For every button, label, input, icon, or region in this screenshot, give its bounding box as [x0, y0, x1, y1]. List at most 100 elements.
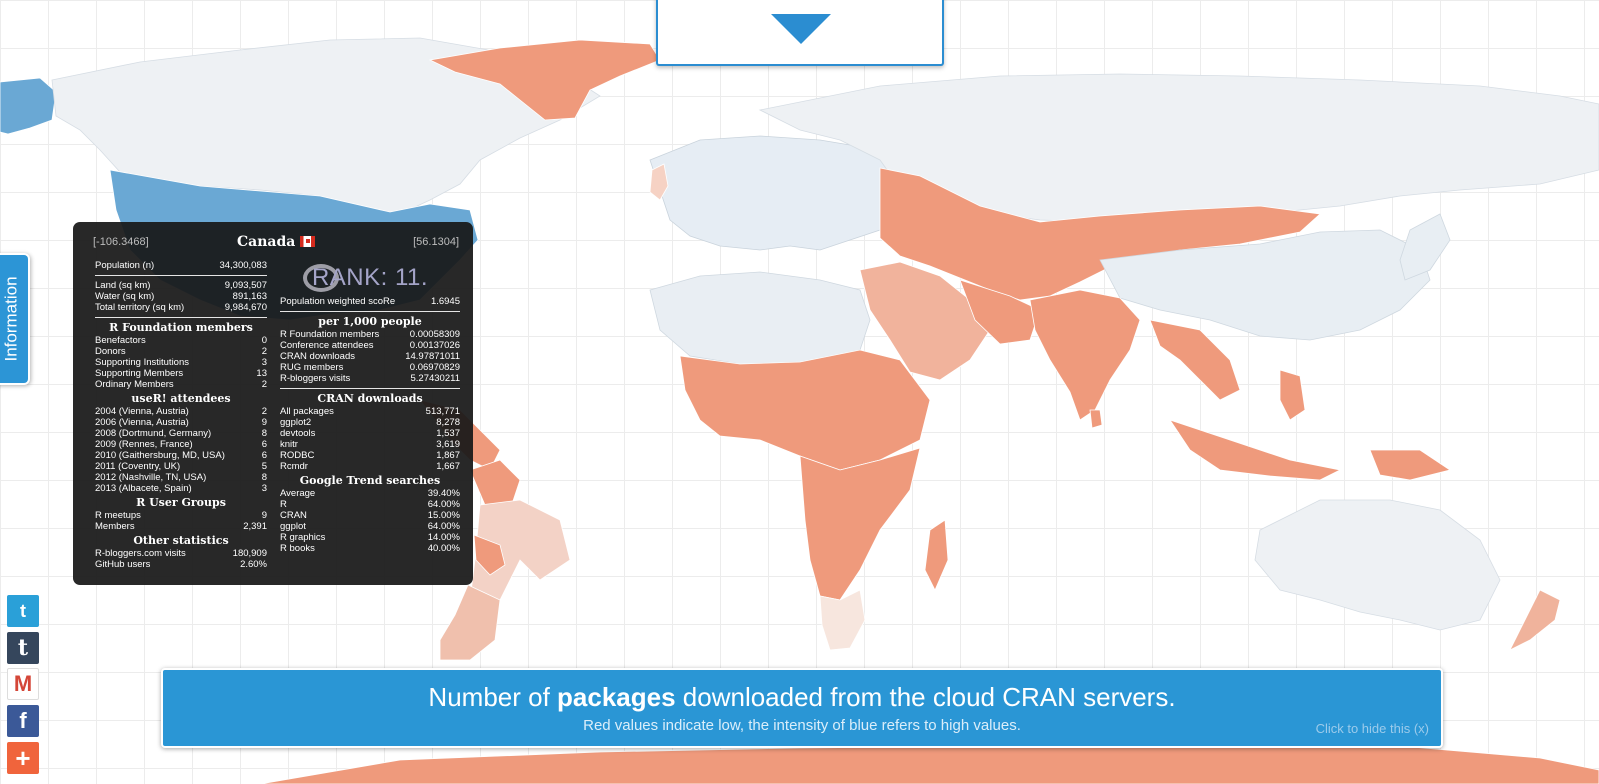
stat-row: Average 39.40% — [280, 488, 460, 499]
addthis-icon[interactable]: + — [7, 742, 39, 774]
divider — [280, 388, 460, 389]
tooltip-left-column: Population (n) 34,300,083 Land (sq km) 9,0… — [95, 260, 267, 570]
stat-value: 1,537 — [436, 428, 460, 439]
gmail-icon[interactable]: M — [7, 668, 39, 700]
stat-value: 40.00% — [427, 543, 460, 554]
stat-value: 2.60% — [240, 559, 267, 570]
region-madagascar[interactable] — [924, 519, 949, 591]
banner-subtitle: Red values indicate low, the intensity o… — [583, 717, 1021, 734]
stat-label: ggplot2 — [280, 417, 312, 428]
stat-value: 9,093,507 — [224, 280, 267, 291]
rf-list: Benefactors 0 Donors 2 Supporting Institutio… — [95, 335, 267, 390]
region-south-africa[interactable] — [819, 589, 866, 651]
population-list: Population (n) 34,300,083 — [95, 260, 267, 271]
stat-row: 2006 (Vienna, Austria) 9 — [95, 417, 267, 428]
region-indonesia[interactable] — [1169, 419, 1342, 481]
user-list: 2004 (Vienna, Austria) 2 2006 (Vienna, Aus… — [95, 406, 267, 494]
stat-row: Total territory (sq km) 9,984,670 — [95, 302, 267, 313]
stat-value: 14.00% — [427, 532, 460, 543]
stat-label: RODBC — [280, 450, 315, 461]
information-tab-label: Information — [2, 276, 22, 362]
stat-row: 2012 (Nashville, TN, USA) 8 — [95, 472, 267, 483]
stat-label: CRAN downloads — [280, 351, 355, 362]
stat-label: RUG members — [280, 362, 344, 373]
region-north-africa[interactable] — [649, 271, 871, 365]
stat-row: Ordinary Members 2 — [95, 379, 267, 390]
stat-value: 39.40% — [427, 488, 460, 499]
region-alaska[interactable] — [0, 77, 57, 135]
stat-row: Benefactors 0 — [95, 335, 267, 346]
region-australia[interactable] — [1254, 499, 1501, 631]
stat-row: Conference attendees 0.00137026 — [280, 340, 460, 351]
stat-row: Members 2,391 — [95, 521, 267, 532]
trends-heading: Google Trend searches — [299, 474, 441, 487]
hide-banner-button[interactable]: Click to hide this (x) — [1316, 721, 1429, 736]
variable-dropdown[interactable] — [656, 0, 944, 66]
stat-value: 8 — [261, 428, 267, 439]
stat-row: RODBC 1,867 — [280, 450, 460, 461]
region-japan[interactable] — [1399, 213, 1451, 281]
stat-value: 13 — [256, 368, 267, 379]
information-tab[interactable]: Information — [0, 253, 30, 385]
region-india[interactable] — [1029, 289, 1141, 421]
chevron-down-icon[interactable] — [771, 14, 831, 44]
weighted-score-value: 1.6945 — [430, 296, 460, 307]
stat-row: 2009 (Rennes, France) 6 — [95, 439, 267, 450]
per1000-list: R Foundation members 0.00058309 Conference… — [280, 329, 460, 384]
banner-title: Number of packages downloaded from the c… — [163, 682, 1441, 713]
region-png[interactable] — [1369, 449, 1451, 481]
stat-row: Water (sq km) 891,163 — [95, 291, 267, 302]
region-sri-lanka[interactable] — [1089, 409, 1103, 429]
stat-row: All packages 513,771 — [280, 406, 460, 417]
stat-value: 2 — [261, 379, 267, 390]
stat-row: R graphics 14.00% — [280, 532, 460, 543]
tumblr-icon[interactable]: t — [7, 632, 39, 664]
stat-row: CRAN 15.00% — [280, 510, 460, 521]
region-southeast-asia[interactable] — [1149, 319, 1241, 401]
stat-value: 3 — [261, 483, 267, 494]
stat-row: Land (sq km) 9,093,507 — [95, 280, 267, 291]
stat-label: Benefactors — [95, 335, 146, 346]
stat-row: Population (n) 34,300,083 — [95, 260, 267, 271]
stat-row: devtools 1,537 — [280, 428, 460, 439]
stat-label: Supporting Members — [95, 368, 184, 379]
stat-value: 6 — [261, 450, 267, 461]
stat-value: 9 — [261, 510, 267, 521]
stat-label: Population (n) — [95, 260, 155, 271]
region-central-africa[interactable] — [799, 447, 921, 601]
stat-label: R meetups — [95, 510, 141, 521]
region-west-africa[interactable] — [679, 349, 931, 471]
region-new-zealand[interactable] — [1509, 589, 1561, 651]
stat-label: CRAN — [280, 510, 307, 521]
twitter-icon[interactable]: t — [7, 595, 39, 627]
country-name: Canada — [237, 234, 316, 250]
stat-value: 2 — [261, 406, 267, 417]
stat-label: 2009 (Rennes, France) — [95, 439, 193, 450]
stat-row: 2010 (Gaithersburg, MD, USA) 6 — [95, 450, 267, 461]
stat-label: Ordinary Members — [95, 379, 174, 390]
latitude-label: [56.1304] — [413, 236, 459, 248]
region-southern-cone[interactable] — [439, 584, 501, 661]
rf-heading: R Foundation members — [109, 321, 253, 334]
stat-label: Rcmdr — [280, 461, 308, 472]
stat-label: ggplot — [280, 521, 306, 532]
stat-label: 2004 (Vienna, Austria) — [95, 406, 189, 417]
stat-row: R books 40.00% — [280, 543, 460, 554]
stat-value: 513,771 — [425, 406, 460, 417]
region-philippines[interactable] — [1279, 369, 1306, 421]
country-tooltip: [-106.3468] Canada [56.1304] Population … — [73, 222, 473, 585]
stat-value: 15.00% — [427, 510, 460, 521]
stat-label: R books — [280, 543, 315, 554]
cran-list: All packages 513,771 ggplot2 8,278 devtools 1… — [280, 406, 460, 472]
region-antarctica[interactable] — [259, 743, 1599, 784]
stat-value: 34,300,083 — [219, 260, 267, 271]
stat-value: 6 — [261, 439, 267, 450]
rank-display: RANK: 11. — [280, 260, 460, 296]
stat-value: 0.00058309 — [409, 329, 460, 340]
stat-label: 2012 (Nashville, TN, USA) — [95, 472, 207, 483]
stat-label: Conference attendees — [280, 340, 374, 351]
stat-row: 2008 (Dortmund, Germany) 8 — [95, 428, 267, 439]
facebook-icon[interactable]: f — [7, 705, 39, 737]
stat-label: R graphics — [280, 532, 326, 543]
stat-label: All packages — [280, 406, 334, 417]
